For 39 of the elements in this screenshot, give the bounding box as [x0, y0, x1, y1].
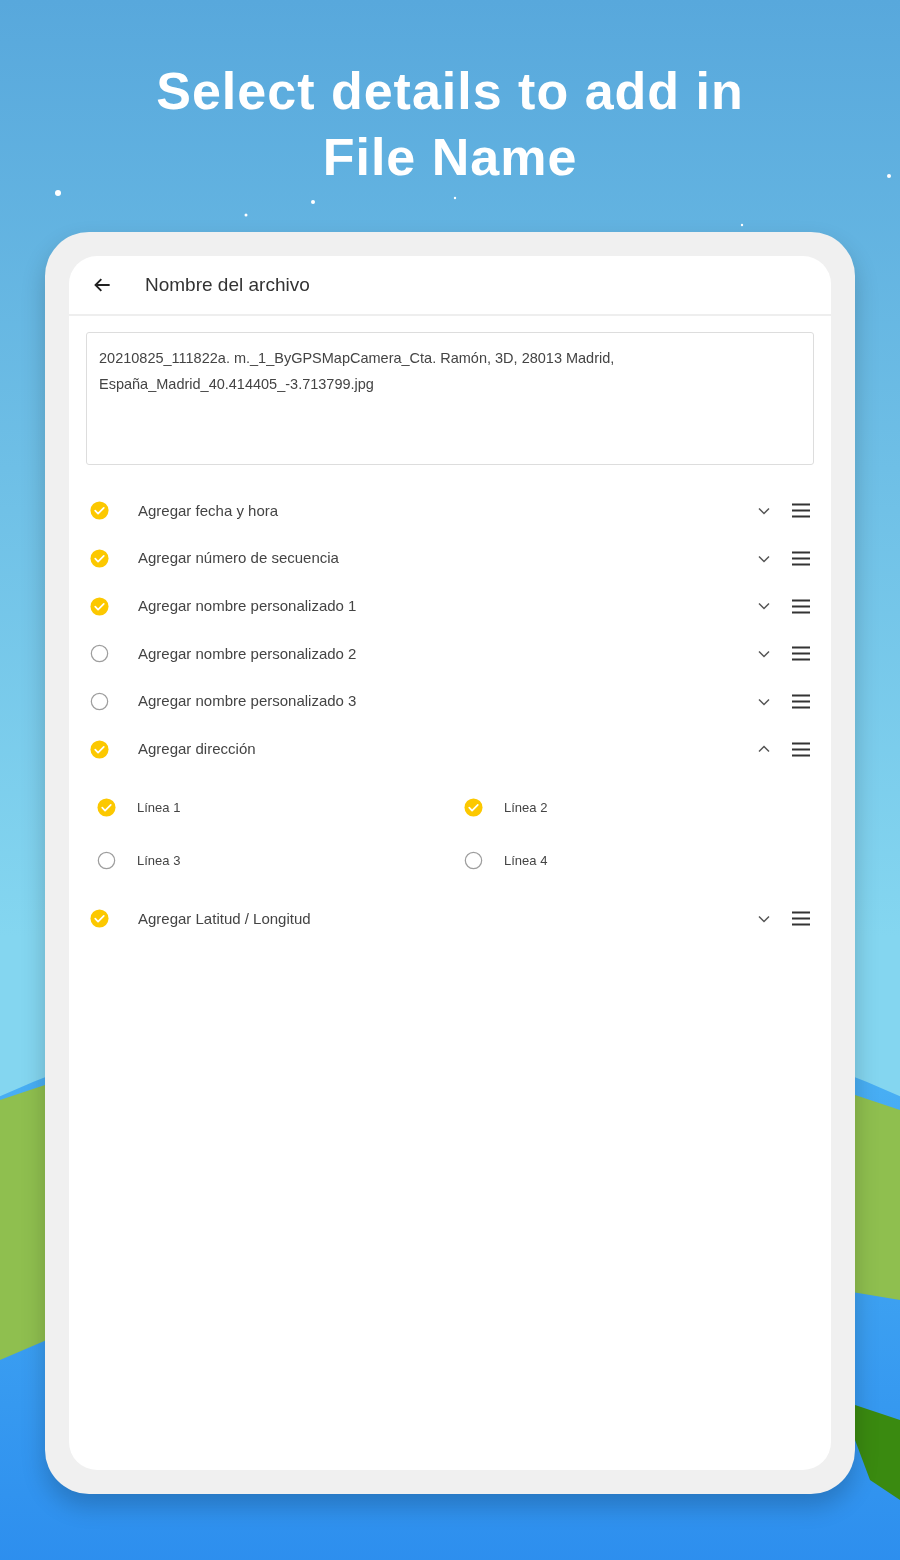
- chevron-down-icon[interactable]: [757, 553, 771, 564]
- drag-handle-icon[interactable]: [791, 551, 811, 567]
- checkbox[interactable]: [90, 909, 109, 929]
- suboption-label: Línea 1: [137, 798, 181, 817]
- option-label: Agregar número de secuencia: [138, 548, 340, 569]
- checkbox[interactable]: [90, 549, 109, 569]
- option-label: Agregar nombre personalizado 2: [138, 643, 358, 664]
- checkbox[interactable]: [90, 596, 109, 616]
- chevron-down-icon[interactable]: [757, 913, 771, 924]
- checkbox[interactable]: [97, 851, 116, 871]
- chevron-down-icon[interactable]: [757, 648, 771, 659]
- chevron-down-icon[interactable]: [757, 601, 771, 612]
- checkbox[interactable]: [464, 851, 483, 871]
- checkbox[interactable]: [90, 644, 109, 664]
- filename-field[interactable]: 20210825_111822a. m._1_ByGPSMapCamera_Cta. Ramón, 3D, 28013 Madrid, España_Madrid_40.414405_-3.713799.jpg: [86, 332, 814, 465]
- drag-handle-icon[interactable]: [791, 911, 811, 927]
- option-label: Agregar nombre personalizado 1: [138, 595, 358, 616]
- chevron-down-icon[interactable]: [757, 696, 771, 707]
- option-label: Agregar Latitud / Longitud: [138, 908, 312, 929]
- option-label: Agregar dirección: [138, 739, 257, 760]
- checkbox[interactable]: [90, 739, 109, 759]
- chevron-down-icon[interactable]: [757, 505, 771, 516]
- chevron-up-icon[interactable]: [757, 744, 771, 755]
- suboption-label: Línea 4: [504, 851, 548, 870]
- checkbox[interactable]: [90, 692, 109, 712]
- checkbox[interactable]: [90, 501, 109, 521]
- option-label: Agregar nombre personalizado 3: [138, 691, 358, 712]
- drag-handle-icon[interactable]: [791, 503, 811, 519]
- drag-handle-icon[interactable]: [791, 598, 811, 614]
- screen-title: Nombre del archivo: [145, 272, 310, 297]
- headline: Select details to add in File Name: [155, 61, 745, 188]
- option-label: Agregar fecha y hora: [138, 500, 280, 521]
- checkbox[interactable]: [97, 798, 116, 818]
- checkbox[interactable]: [464, 798, 483, 818]
- drag-handle-icon[interactable]: [791, 646, 811, 662]
- drag-handle-icon[interactable]: [791, 741, 811, 757]
- suboption-label: Línea 3: [137, 851, 181, 870]
- suboption-label: Línea 2: [504, 798, 548, 817]
- drag-handle-icon[interactable]: [791, 694, 811, 710]
